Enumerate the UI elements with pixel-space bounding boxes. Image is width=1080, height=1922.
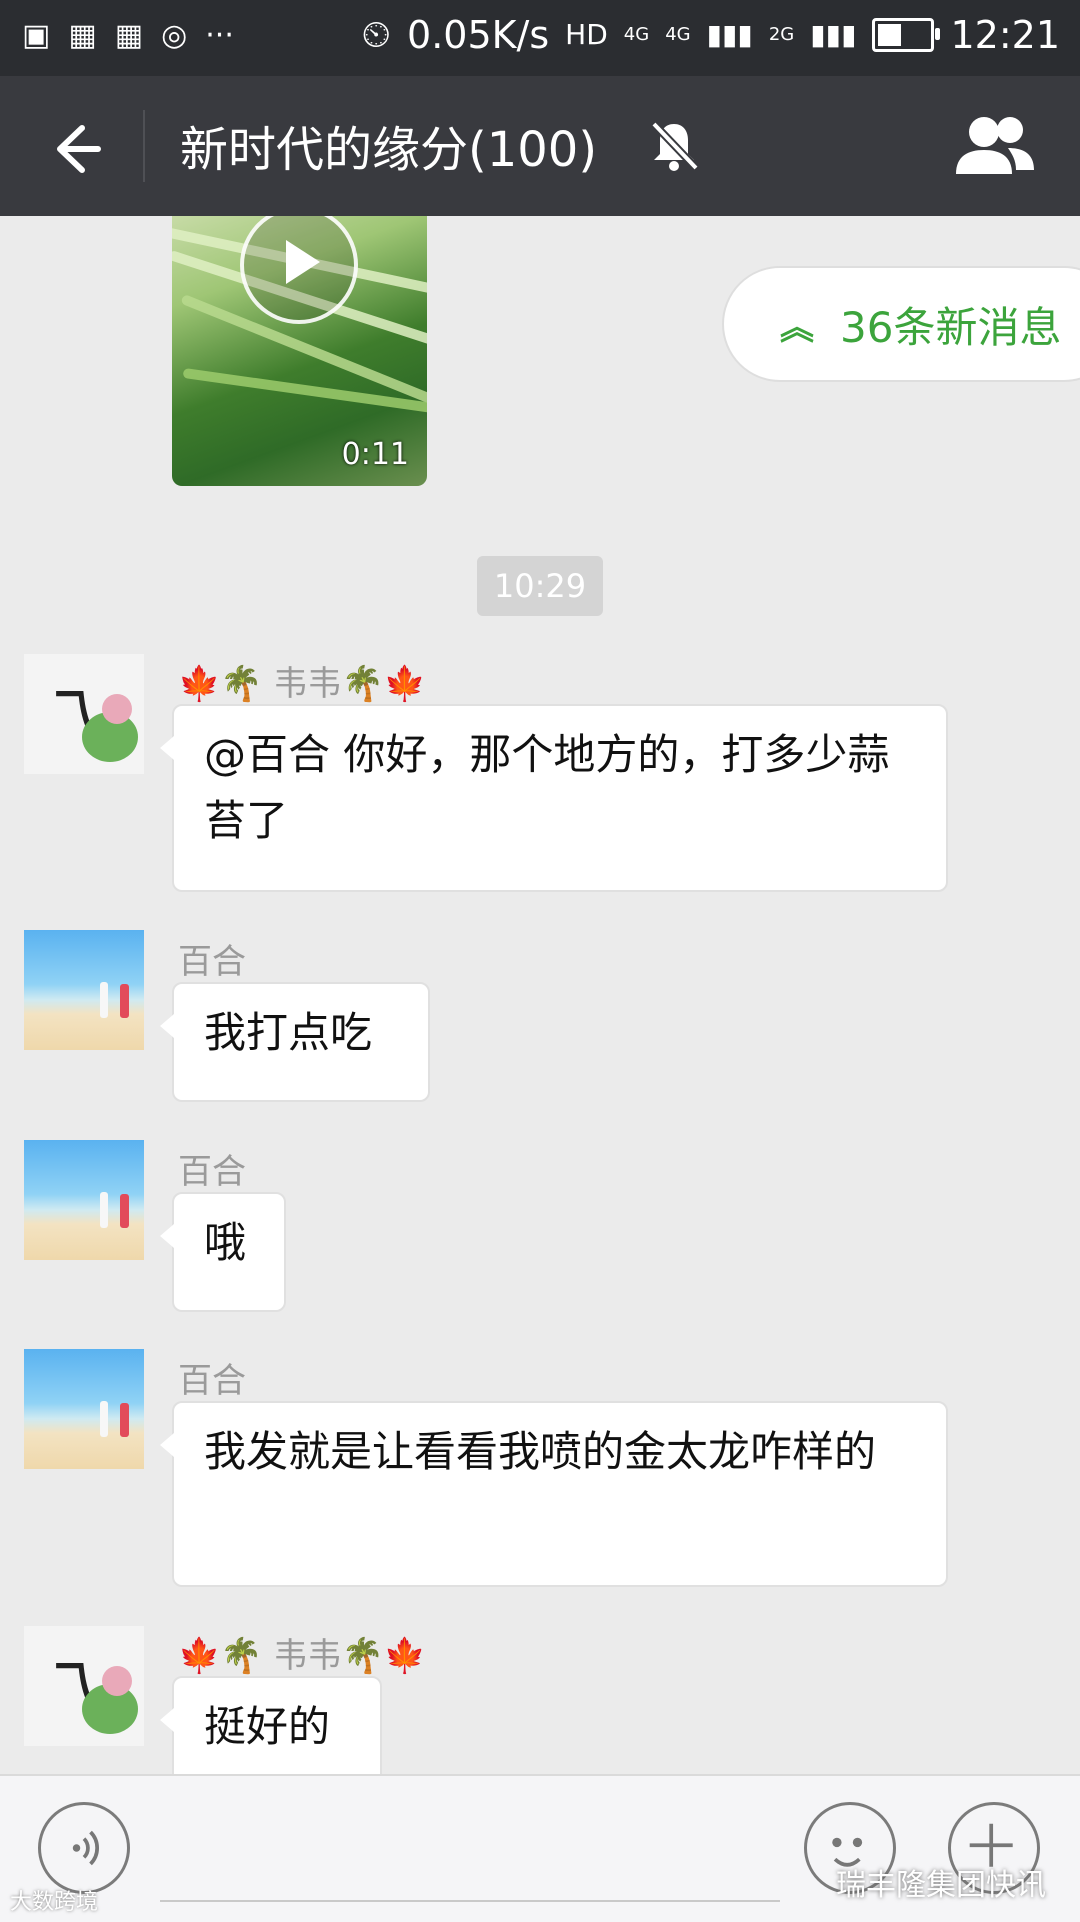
more-icon: ··· bbox=[205, 18, 234, 53]
status-right: ⏲ 0.05K/s HD 4G 4G ▮▮▮ 2G ▮▮▮ 12:21 bbox=[361, 12, 1060, 57]
message-bubble[interactable]: 挺好的 bbox=[160, 1676, 382, 1774]
group-members-icon[interactable] bbox=[950, 112, 1036, 180]
avatar[interactable] bbox=[24, 930, 144, 1050]
sender-name: 百合 bbox=[178, 1361, 246, 1401]
chat-header: 新时代的缘分(100) bbox=[0, 76, 1080, 216]
watermark-text: 瑞丰隆集团快讯 bbox=[836, 1868, 1046, 1903]
sender-name: 百合 bbox=[178, 1152, 246, 1192]
bell-muted-icon bbox=[651, 121, 699, 171]
location-icon: ◎ bbox=[161, 18, 188, 53]
message-input[interactable] bbox=[160, 1900, 780, 1902]
battery-icon bbox=[872, 17, 941, 52]
clock: 12:21 bbox=[950, 12, 1060, 57]
message-bubble[interactable]: 我打点吃 bbox=[160, 982, 430, 1102]
message-bubble[interactable]: 哦 bbox=[160, 1192, 286, 1312]
avatar[interactable]: 乁 bbox=[24, 654, 144, 774]
sender-name: 🍁🌴 韦韦🌴🍁 bbox=[178, 664, 427, 704]
signal-icon: ▮▮▮ bbox=[706, 18, 753, 51]
net-speed: 0.05K/s bbox=[407, 12, 550, 57]
timestamp-chip: 10:29 bbox=[477, 556, 603, 616]
signal-icon-2: ▮▮▮ bbox=[810, 18, 857, 51]
sender-name: 🍁🌴 韦韦🌴🍁 bbox=[178, 1636, 427, 1676]
new-messages-button[interactable]: ︽ 36条新消息 bbox=[722, 266, 1080, 382]
double-chevron-up-icon: ︽ bbox=[780, 307, 814, 348]
hd-label: HD bbox=[565, 18, 608, 51]
message-bubble[interactable]: @百合 你好，那个地方的，打多少蒜苔了 bbox=[160, 704, 948, 892]
status-left-icons: ▣ ▦ ▦ ◎ ··· bbox=[22, 18, 234, 53]
video-duration: 0:11 bbox=[341, 437, 409, 472]
app-grid-icon-2: ▦ bbox=[114, 18, 144, 53]
watermark-left-text: 大数跨境 bbox=[10, 1890, 99, 1915]
app-grid-icon: ▦ bbox=[68, 18, 97, 53]
gallery-icon: ▣ bbox=[22, 18, 51, 53]
net-type-3: 2G bbox=[768, 24, 795, 45]
status-bar: ▣ ▦ ▦ ◎ ··· ⏲ 0.05K/s HD 4G 4G ▮▮▮ 2G ▮▮… bbox=[0, 0, 1080, 76]
avatar[interactable] bbox=[24, 1349, 144, 1469]
alarm-icon: ⏲ bbox=[361, 12, 392, 56]
chat-input-bar: 瑞丰隆集团快讯 大数跨境 bbox=[0, 1774, 1080, 1922]
chat-title: 新时代的缘分(100) bbox=[180, 122, 598, 178]
avatar[interactable]: 乁 bbox=[24, 1626, 144, 1746]
net-type-1: 4G bbox=[623, 24, 650, 45]
avatar[interactable] bbox=[24, 1140, 144, 1260]
net-type-2: 4G bbox=[665, 24, 691, 45]
chat-messages[interactable]: 0:11 ︽ 36条新消息 10:29 乁 🍁🌴 韦韦🌴🍁 @百合 你好，那个地… bbox=[0, 216, 1080, 1774]
voice-icon[interactable] bbox=[38, 1802, 130, 1894]
video-message[interactable]: 0:11 bbox=[172, 216, 427, 486]
sender-name: 百合 bbox=[178, 942, 246, 982]
header-divider bbox=[143, 110, 145, 182]
message-bubble[interactable]: 我发就是让看看我喷的金太龙咋样的 bbox=[160, 1401, 948, 1587]
back-arrow-icon[interactable] bbox=[40, 114, 110, 184]
new-messages-label: 36条新消息 bbox=[840, 302, 1062, 352]
